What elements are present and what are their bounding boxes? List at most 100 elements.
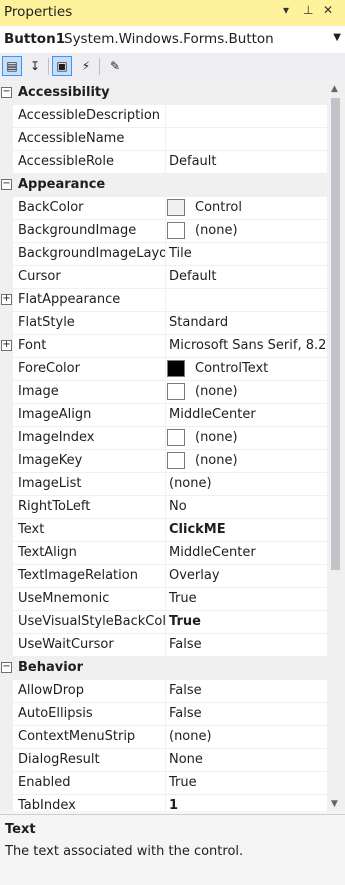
column-divider [165,128,166,151]
collapse-icon[interactable]: − [1,179,12,190]
property-row[interactable]: Enabled True [0,772,327,795]
property-value[interactable]: Control [195,200,327,215]
dropdown-arrow-icon[interactable]: ▾ [283,3,289,17]
property-row[interactable]: TextImageRelation Overlay [0,565,327,588]
category-row[interactable]: − Behavior [0,657,327,680]
column-divider [165,795,166,811]
property-value[interactable]: False [169,637,327,652]
description-pane: Text The text associated with the contro… [0,814,345,885]
column-divider [165,542,166,565]
property-value[interactable]: Standard [169,315,327,330]
property-row[interactable]: TabIndex 1 [0,795,327,811]
property-value[interactable]: None [169,752,327,767]
alphabetical-icon[interactable]: ↧ [25,56,45,76]
property-name: Text [18,522,45,537]
expand-icon[interactable]: + [1,294,12,305]
property-value[interactable]: True [169,591,327,606]
property-value[interactable]: No [169,499,327,514]
expand-icon[interactable]: + [1,340,12,351]
property-name: UseVisualStyleBackColor [18,614,165,629]
chevron-down-icon[interactable]: ▼ [333,32,341,43]
column-divider [165,105,166,128]
property-row[interactable]: UseVisualStyleBackColor True [0,611,327,634]
property-name: AccessibleName [18,131,125,146]
property-grid: − Accessibility AccessibleDescription Acces… [0,82,327,811]
collapse-icon[interactable]: − [1,662,12,673]
property-row[interactable]: UseWaitCursor False [0,634,327,657]
categorized-icon[interactable]: ▤ [2,56,22,76]
property-value[interactable]: (none) [195,453,327,468]
property-row[interactable]: Text ClickME [0,519,327,542]
properties-icon[interactable]: ▣ [52,56,72,76]
property-value[interactable]: (none) [169,476,327,491]
column-divider [165,243,166,266]
column-divider [165,312,166,335]
property-value[interactable]: (none) [195,430,327,445]
property-row[interactable]: BackgroundImageLayout Tile [0,243,327,266]
pin-icon[interactable]: ⊥ [303,3,313,17]
property-row[interactable]: RightToLeft No [0,496,327,519]
property-row[interactable]: ImageAlign MiddleCenter [0,404,327,427]
category-row[interactable]: − Accessibility [0,82,327,105]
property-value[interactable]: MiddleCenter [169,407,327,422]
property-row[interactable]: UseMnemonic True [0,588,327,611]
property-name: ForeColor [18,361,80,376]
property-row[interactable]: ForeColor ControlText [0,358,327,381]
property-value[interactable]: ClickME [169,522,327,537]
events-icon[interactable]: ⚡ [76,56,96,76]
property-value[interactable]: Tile [169,246,327,261]
property-row[interactable]: ImageIndex (none) [0,427,327,450]
property-value[interactable]: Default [169,154,327,169]
property-row[interactable]: AccessibleDescription [0,105,327,128]
property-value[interactable]: (none) [169,729,327,744]
property-row[interactable]: TextAlign MiddleCenter [0,542,327,565]
property-row[interactable]: ImageList (none) [0,473,327,496]
property-value[interactable]: (none) [195,223,327,238]
property-name: RightToLeft [18,499,91,514]
property-row[interactable]: AutoEllipsis False [0,703,327,726]
property-value[interactable]: False [169,683,327,698]
object-type: System.Windows.Forms.Button [64,31,274,47]
scrollbar-thumb[interactable] [331,98,340,570]
property-row[interactable]: ImageKey (none) [0,450,327,473]
property-row[interactable]: AccessibleName [0,128,327,151]
object-selector[interactable]: Button1 System.Windows.Forms.Button ▼ [0,26,345,54]
scroll-down-icon[interactable]: ▼ [331,799,338,809]
close-icon[interactable]: ✕ [323,3,333,17]
property-value[interactable]: Default [169,269,327,284]
property-name: AllowDrop [18,683,84,698]
property-value[interactable]: 1 [169,798,327,811]
property-row[interactable]: FlatStyle Standard [0,312,327,335]
property-toolbar: ▤ ↧ ▣ ⚡ ✎ [0,53,345,81]
collapse-icon[interactable]: − [1,87,12,98]
property-value[interactable]: (none) [195,384,327,399]
property-value[interactable]: Microsoft Sans Serif, 8.25pt [169,338,327,353]
property-name: DialogResult [18,752,100,767]
column-divider [165,151,166,174]
property-value[interactable]: Overlay [169,568,327,583]
title-bar: Properties ▾ ⊥ ✕ [0,0,345,26]
property-row[interactable]: ContextMenuStrip (none) [0,726,327,749]
column-divider [165,473,166,496]
property-value[interactable]: True [169,775,327,790]
property-row[interactable]: Image (none) [0,381,327,404]
property-row[interactable]: + FlatAppearance [0,289,327,312]
property-value[interactable]: MiddleCenter [169,545,327,560]
property-row[interactable]: Cursor Default [0,266,327,289]
vertical-scrollbar[interactable]: ▲ ▼ [327,82,345,811]
property-row[interactable]: AllowDrop False [0,680,327,703]
color-swatch [167,383,185,400]
column-divider [165,680,166,703]
property-row[interactable]: AccessibleRole Default [0,151,327,174]
property-value[interactable]: False [169,706,327,721]
property-value[interactable]: ControlText [195,361,327,376]
scroll-up-icon[interactable]: ▲ [331,84,338,94]
property-row[interactable]: + Font Microsoft Sans Serif, 8.25pt [0,335,327,358]
property-row[interactable]: BackgroundImage (none) [0,220,327,243]
column-divider [165,588,166,611]
property-pages-icon[interactable]: ✎ [105,56,125,76]
category-row[interactable]: − Appearance [0,174,327,197]
property-row[interactable]: BackColor Control [0,197,327,220]
property-value[interactable]: True [169,614,327,629]
property-row[interactable]: DialogResult None [0,749,327,772]
